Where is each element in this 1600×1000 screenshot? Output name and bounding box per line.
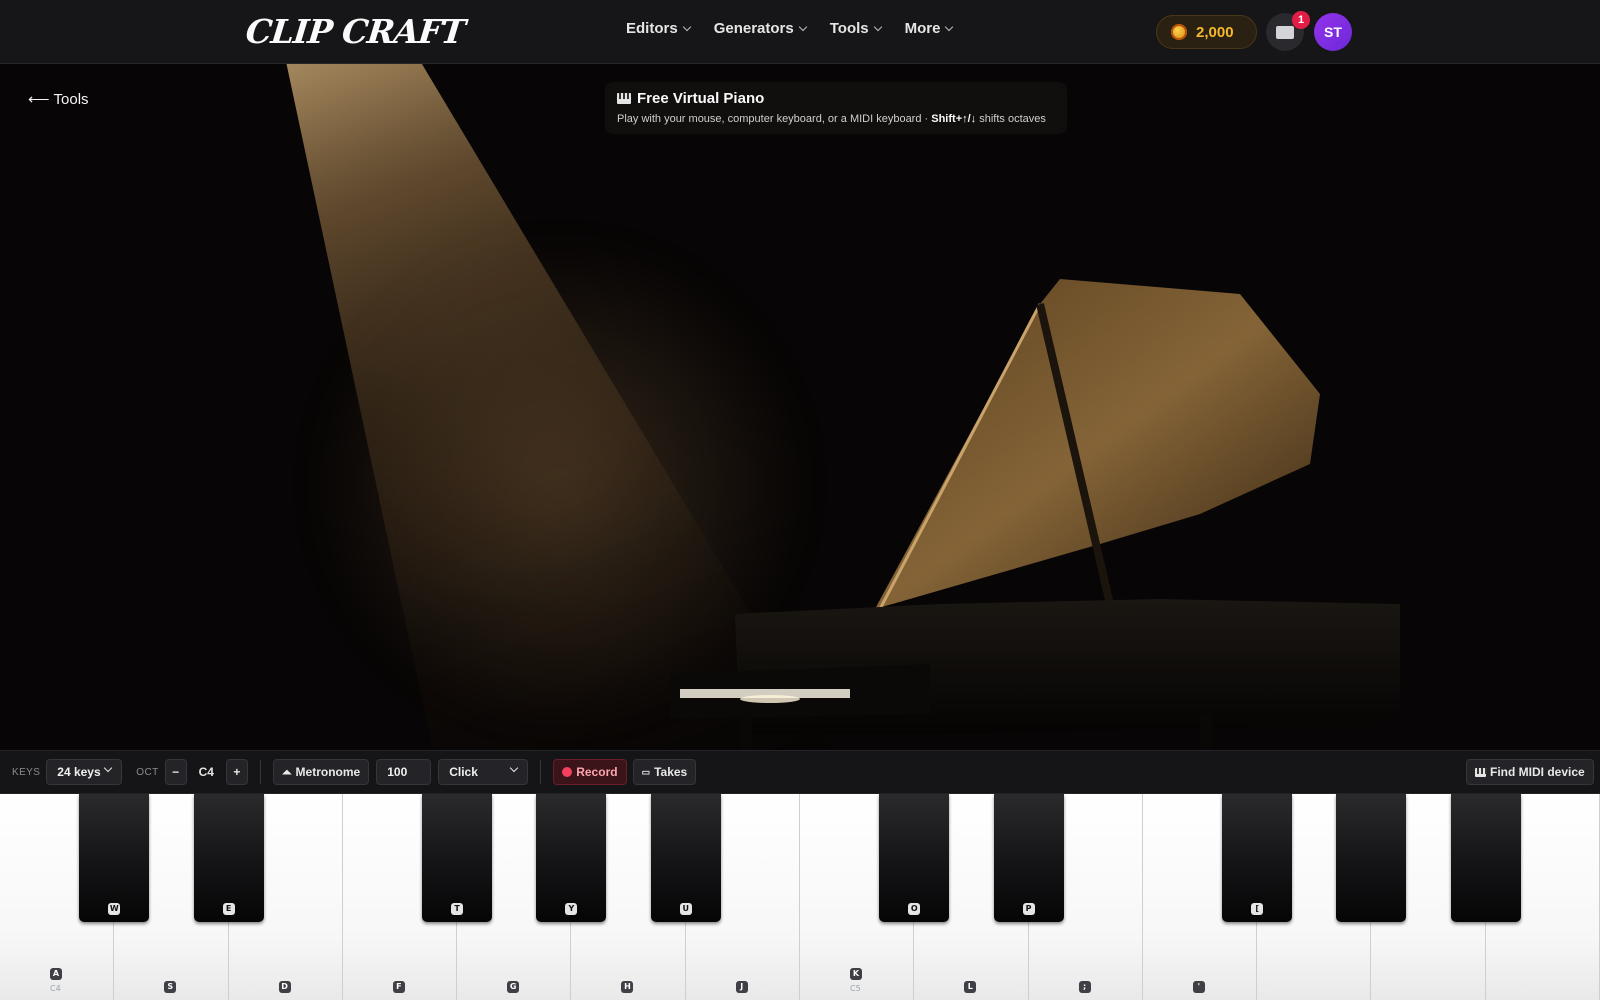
key-shortcut-label: F	[392, 981, 405, 993]
back-to-tools-link[interactable]: ⟵ Tools	[28, 90, 89, 109]
bpm-input[interactable]: 100	[376, 759, 432, 785]
piano-keyboard: A C4 S D F G H J K C5 L; ' W E T Y U O P [	[0, 794, 1600, 1000]
chevron-down-icon	[798, 22, 807, 31]
subtitle-text-end: shifts octaves	[976, 113, 1046, 125]
hero-background: ⟵ Tools Free Virtual Piano Play with you…	[0, 64, 1600, 750]
user-avatar[interactable]: ST	[1314, 13, 1352, 51]
nav-editors[interactable]: Editors	[626, 20, 691, 37]
key-shortcut-label: ;	[1078, 981, 1091, 993]
octave-up-button[interactable]: +	[225, 759, 248, 785]
key-shortcut-label: T	[451, 903, 464, 915]
page-subtitle: Play with your mouse, computer keyboard,…	[617, 113, 1055, 125]
takes-label: Takes	[654, 765, 688, 779]
key-shortcut-label: S	[164, 981, 177, 993]
note-name-label: C4	[50, 984, 61, 993]
page-title: Free Virtual Piano	[637, 90, 765, 107]
piano-black-key[interactable]: W	[79, 794, 150, 922]
subtitle-shortcut: Shift+↑/↓	[931, 113, 977, 125]
nav-more[interactable]: More	[904, 20, 954, 37]
piano-controls-bar: KEYS 24 keys OCT − C4 + ⏶ Metronome 100 …	[0, 750, 1600, 794]
metronome-sound-value: Click	[449, 765, 478, 779]
record-dot-icon	[562, 767, 573, 777]
piano-keyboard-icon	[617, 93, 631, 104]
notification-count-badge: 1	[1292, 11, 1310, 29]
key-shortcut-label: J	[735, 981, 748, 993]
divider	[540, 760, 542, 784]
keys-count-value: 24 keys	[57, 765, 101, 779]
key-shortcut-label: L	[964, 981, 977, 993]
piano-black-key[interactable]: E	[193, 794, 264, 922]
key-shortcut-label: A	[50, 968, 62, 980]
inbox-icon	[1276, 25, 1294, 39]
piano-black-key[interactable]: O	[879, 794, 950, 922]
key-shortcut-label: D	[278, 981, 291, 993]
takes-button[interactable]: ▭ Takes	[632, 759, 697, 785]
keys-count-select[interactable]: 24 keys	[46, 759, 123, 785]
key-shortcut-label: H	[621, 981, 634, 993]
piano-keys-glare	[740, 695, 800, 703]
piano-leg-shape	[1200, 714, 1212, 750]
nav-editors-label: Editors	[626, 20, 678, 37]
chevron-down-icon	[104, 763, 113, 773]
find-midi-label: Find MIDI device	[1490, 765, 1585, 779]
chevron-down-icon	[682, 22, 691, 31]
piano-black-key[interactable]: T	[422, 794, 493, 922]
coin-icon	[1171, 24, 1187, 40]
piano-info-card: Free Virtual Piano Play with your mouse,…	[605, 82, 1067, 134]
piano-black-key[interactable]	[1336, 794, 1407, 922]
key-shortcut-label: Y	[565, 903, 578, 915]
piano-black-key[interactable]: [	[1222, 794, 1293, 922]
metronome-button[interactable]: ⏶ Metronome	[272, 759, 370, 785]
back-link-label: Tools	[53, 90, 89, 108]
octave-down-button[interactable]: −	[164, 759, 187, 785]
takes-icon: ▭	[641, 766, 651, 777]
grand-piano-illustration	[670, 279, 1400, 750]
key-shortcut-label: E	[222, 903, 235, 915]
key-shortcut-label: [	[1251, 903, 1264, 915]
key-shortcut-label: O	[908, 903, 921, 915]
piano-black-key[interactable]: Y	[536, 794, 607, 922]
keys-label: KEYS	[12, 766, 41, 778]
key-shortcut-label: U	[679, 903, 692, 915]
key-shortcut-label: '	[1192, 981, 1205, 993]
key-shortcut-label: W	[108, 903, 121, 915]
chevron-down-icon	[945, 22, 954, 31]
metronome-sound-select[interactable]: Click	[438, 759, 529, 785]
key-shortcut-label: G	[507, 981, 520, 993]
piano-keyboard-icon	[1475, 767, 1487, 777]
chevron-down-icon	[873, 22, 882, 31]
octave-label: OCT	[136, 766, 159, 778]
arrow-left-icon: ⟵	[28, 91, 50, 108]
nav-generators[interactable]: Generators	[713, 20, 807, 37]
divider	[259, 760, 261, 784]
nav-tools[interactable]: Tools	[829, 20, 882, 37]
piano-info-title-row: Free Virtual Piano	[617, 90, 1055, 107]
piano-black-key[interactable]: U	[650, 794, 721, 922]
record-button[interactable]: Record	[553, 759, 627, 785]
nav-generators-label: Generators	[713, 20, 794, 37]
find-midi-device-button[interactable]: Find MIDI device	[1466, 759, 1594, 785]
notifications-button[interactable]: 1	[1266, 11, 1310, 51]
note-name-label: C5	[850, 984, 861, 993]
key-shortcut-label: P	[1022, 903, 1035, 915]
piano-leg-shape	[740, 714, 752, 750]
bpm-value: 100	[387, 765, 408, 779]
clipcraft-logo[interactable]: CLIP CRAFT	[244, 12, 467, 51]
coin-balance[interactable]: 2,000	[1156, 15, 1257, 49]
metronome-icon: ⏶	[281, 764, 292, 779]
top-navigation-bar: CLIP CRAFT Editors Generators Tools More…	[0, 0, 1600, 64]
octave-value: C4	[198, 765, 214, 779]
nav-more-label: More	[904, 20, 941, 37]
coin-balance-value: 2,000	[1196, 23, 1234, 41]
piano-black-key[interactable]: P	[993, 794, 1064, 922]
piano-black-key[interactable]	[1450, 794, 1521, 922]
key-shortcut-label: K	[850, 968, 862, 980]
main-nav: Editors Generators Tools More	[626, 20, 954, 37]
nav-tools-label: Tools	[829, 20, 869, 37]
record-label: Record	[576, 765, 618, 779]
metronome-label: Metronome	[295, 765, 361, 779]
chevron-down-icon	[509, 763, 519, 773]
subtitle-text: Play with your mouse, computer keyboard,…	[617, 113, 932, 125]
